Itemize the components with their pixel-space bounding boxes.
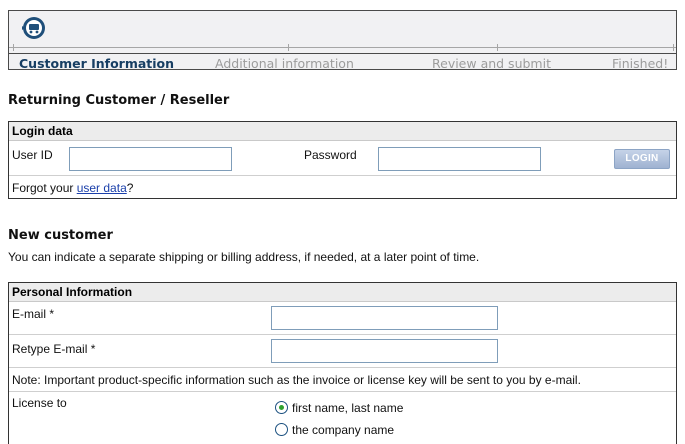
progress-tick	[288, 44, 289, 51]
email-label: E-mail *	[12, 307, 55, 321]
retype-email-input[interactable]	[271, 339, 498, 363]
password-input[interactable]	[378, 147, 541, 171]
retype-email-label: Retype E-mail *	[12, 342, 96, 356]
shopping-cart-icon	[19, 15, 47, 41]
personal-information-box: Personal Information E-mail * Retype E-m…	[8, 282, 677, 444]
checkout-progress: Customer Information Additional informat…	[8, 10, 677, 71]
radio-company-name[interactable]	[275, 423, 288, 436]
option-first-last-name-label: first name, last name	[292, 401, 404, 415]
license-to-label: License to	[12, 396, 67, 410]
radio-first-last-name[interactable]	[275, 401, 288, 414]
option-company-name-label: the company name	[292, 423, 395, 437]
row-divider	[9, 334, 676, 335]
forgot-user-data-text: Forgot your user data?	[12, 181, 134, 195]
login-data-box: Login data User ID Password LOGIN Forgot…	[8, 121, 677, 199]
new-customer-heading: New customer	[8, 228, 113, 243]
user-id-input[interactable]	[69, 147, 232, 171]
progress-tick	[13, 44, 14, 51]
progress-tick	[673, 44, 674, 51]
password-label: Password	[304, 148, 357, 162]
user-id-label: User ID	[12, 148, 53, 162]
progress-line	[9, 47, 676, 48]
returning-customer-heading: Returning Customer / Reseller	[8, 93, 230, 108]
step-customer-information: Customer Information	[19, 56, 175, 71]
row-divider	[9, 391, 676, 392]
step-additional-information: Additional information	[215, 56, 354, 71]
email-input[interactable]	[271, 306, 498, 330]
step-review-and-submit: Review and submit	[432, 56, 551, 71]
new-customer-description: You can indicate a separate shipping or …	[8, 250, 480, 264]
progress-tick	[497, 44, 498, 51]
user-data-link[interactable]: user data	[77, 181, 127, 195]
row-divider	[9, 367, 676, 368]
row-divider	[9, 175, 676, 176]
step-finished: Finished!	[612, 56, 669, 71]
personal-information-title: Personal Information	[9, 283, 676, 302]
login-button[interactable]: LOGIN	[614, 149, 670, 169]
login-data-title: Login data	[9, 122, 676, 141]
email-note: Note: Important product-specific informa…	[12, 373, 581, 387]
radio-selected-dot	[279, 405, 284, 410]
progress-divider	[9, 53, 676, 54]
